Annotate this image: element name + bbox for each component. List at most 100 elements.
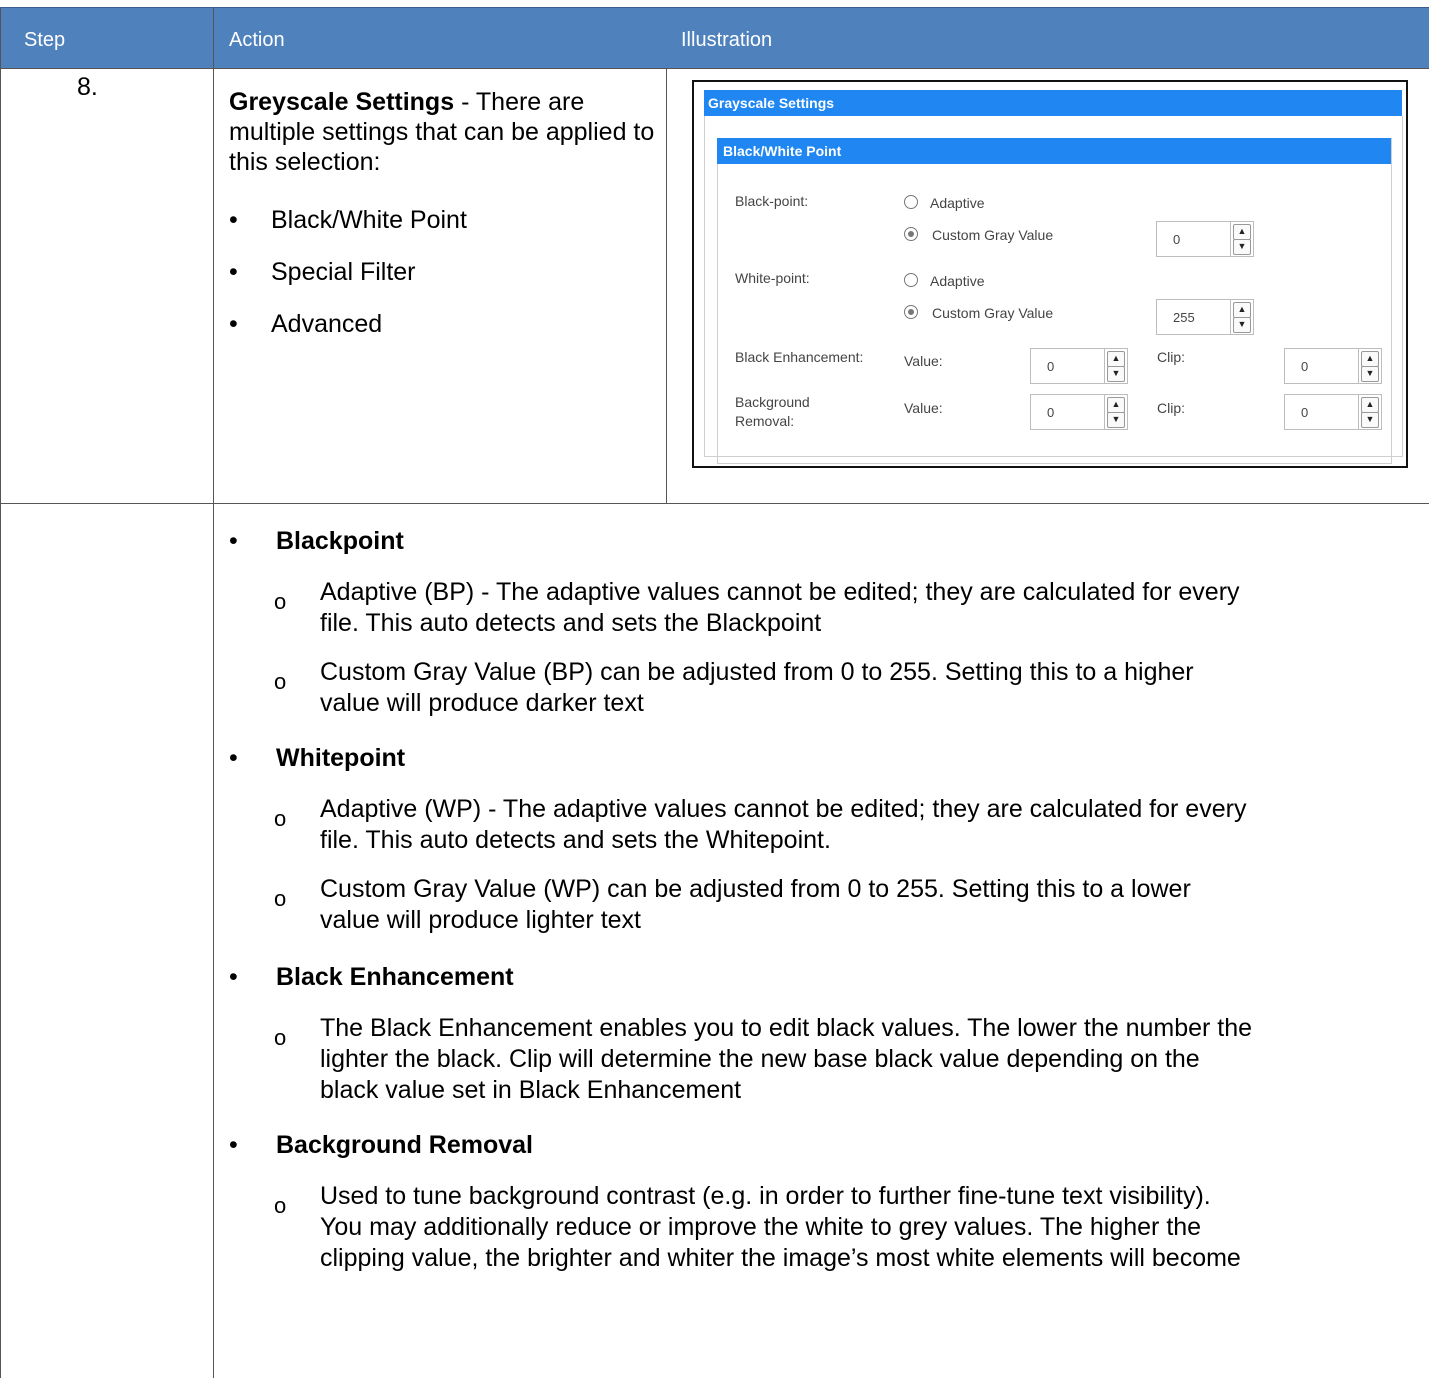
table-header: Step Action Illustration: [0, 7, 1429, 68]
grayscale-settings-screenshot: Grayscale Settings Black/White Point Bla…: [692, 80, 1408, 468]
black-point-custom-label: Custom Gray Value: [932, 227, 1054, 243]
sub-bullet-icon: o: [274, 669, 287, 694]
bullet-dot: •: [229, 206, 238, 234]
be-value-label: Value:: [904, 353, 943, 369]
bullet-dot: •: [229, 258, 238, 286]
detail-line: Used to tune background contrast (e.g. i…: [320, 1182, 1211, 1210]
action-title: Greyscale Settings: [229, 88, 455, 116]
decrement-icon[interactable]: ▼: [1233, 239, 1251, 255]
detail-line: value will produce lighter text: [320, 906, 641, 934]
table-border-top: [0, 7, 1429, 8]
table-row-divider-2: [0, 503, 1429, 504]
black-white-point-title: Black/White Point: [717, 138, 1391, 164]
black-point-adaptive-radio[interactable]: [904, 195, 918, 209]
table-border-left: [0, 7, 1, 1378]
decrement-icon[interactable]: ▼: [1361, 412, 1379, 428]
be-value-stepper[interactable]: 0 ▲ ▼: [1030, 348, 1128, 384]
be-value: 0: [1047, 359, 1055, 374]
increment-icon[interactable]: ▲: [1361, 351, 1379, 367]
sub-bullet-icon: o: [274, 1025, 287, 1050]
detail-paragraph: The Black Enhancement enables you to edi…: [320, 1013, 1420, 1106]
increment-icon[interactable]: ▲: [1233, 224, 1251, 240]
header-step: Step: [24, 29, 66, 51]
table-divider-step: [213, 7, 214, 1378]
detail-line: black value set in Black Enhancement: [320, 1076, 742, 1104]
be-clip: 0: [1301, 359, 1309, 374]
increment-icon[interactable]: ▲: [1107, 397, 1125, 413]
br-value-stepper[interactable]: 0 ▲ ▼: [1030, 394, 1128, 430]
action-bullet-label: Special Filter: [271, 258, 416, 286]
header-illustration: Illustration: [681, 29, 773, 51]
br-clip-stepper[interactable]: 0 ▲ ▼: [1284, 394, 1382, 430]
detail-line: The Black Enhancement enables you to edi…: [320, 1014, 1253, 1042]
detail-line: value will produce darker text: [320, 689, 644, 717]
br-value: 0: [1047, 405, 1055, 420]
be-clip-label: Clip:: [1157, 349, 1186, 365]
background-removal-label-2: Removal:: [735, 413, 795, 429]
br-value-arrows: ▲ ▼: [1104, 395, 1127, 429]
sub-bullet-icon: o: [274, 589, 287, 614]
increment-icon[interactable]: ▲: [1107, 351, 1125, 367]
black-point-label: Black-point:: [735, 193, 809, 209]
black-point-arrows: ▲ ▼: [1230, 222, 1253, 256]
black-point-stepper[interactable]: 0 ▲ ▼: [1156, 221, 1254, 257]
decrement-icon[interactable]: ▼: [1361, 366, 1379, 382]
header-action: Action: [229, 29, 285, 51]
bullet-dot: •: [229, 1131, 238, 1159]
increment-icon[interactable]: ▲: [1361, 397, 1379, 413]
action-bullet-label: Advanced: [271, 310, 383, 338]
white-point-arrows: ▲ ▼: [1230, 300, 1253, 334]
be-value-arrows: ▲ ▼: [1104, 349, 1127, 383]
detail-heading: Blackpoint: [276, 527, 404, 555]
detail-line: Custom Gray Value (WP) can be adjusted f…: [320, 875, 1191, 903]
detail-line: Adaptive (WP) - The adaptive values cann…: [320, 795, 1247, 823]
bullet-dot: •: [229, 963, 238, 991]
white-point-adaptive-label: Adaptive: [930, 273, 985, 289]
decrement-icon[interactable]: ▼: [1107, 366, 1125, 382]
black-point-value: 0: [1173, 232, 1181, 247]
detail-line: lighter the black. Clip will determine t…: [320, 1045, 1200, 1073]
detail-paragraph: Custom Gray Value (BP) can be adjusted f…: [320, 657, 1420, 719]
detail-paragraph: Used to tune background contrast (e.g. i…: [320, 1181, 1420, 1274]
white-point-custom-radio[interactable]: [904, 305, 918, 319]
br-clip: 0: [1301, 405, 1309, 420]
decrement-icon[interactable]: ▼: [1233, 317, 1251, 333]
action-text: Greyscale Settings - There are multiple …: [229, 87, 669, 177]
action-bullet-label: Black/White Point: [271, 206, 467, 234]
bullet-dot: •: [229, 310, 238, 338]
white-point-custom-label: Custom Gray Value: [932, 305, 1054, 321]
detail-heading: Whitepoint: [276, 744, 406, 772]
sub-bullet-icon: o: [274, 806, 287, 831]
detail-line: Adaptive (BP) - The adaptive values cann…: [320, 578, 1240, 606]
br-clip-arrows: ▲ ▼: [1358, 395, 1381, 429]
detail-heading: Background Removal: [276, 1131, 534, 1159]
detail-line: file. This auto detects and sets the Bla…: [320, 609, 822, 637]
detail-paragraph: Adaptive (BP) - The adaptive values cann…: [320, 577, 1420, 639]
detail-paragraph: Custom Gray Value (WP) can be adjusted f…: [320, 874, 1420, 936]
detail-line: You may additionally reduce or improve t…: [320, 1213, 1202, 1241]
detail-line: Custom Gray Value (BP) can be adjusted f…: [320, 658, 1194, 686]
white-point-label: White-point:: [735, 270, 810, 286]
detail-heading: Black Enhancement: [276, 963, 514, 991]
br-clip-label: Clip:: [1157, 400, 1186, 416]
detail-line: clipping value, the brighter and whiter …: [320, 1244, 1241, 1272]
detail-line: file. This auto detects and sets the Whi…: [320, 826, 831, 854]
bullet-dot: •: [229, 527, 238, 555]
be-clip-stepper[interactable]: 0 ▲ ▼: [1284, 348, 1382, 384]
white-point-adaptive-radio[interactable]: [904, 273, 918, 287]
black-point-custom-radio[interactable]: [904, 227, 918, 241]
bullet-dot: •: [229, 744, 238, 772]
white-point-stepper[interactable]: 255 ▲ ▼: [1156, 299, 1254, 335]
increment-icon[interactable]: ▲: [1233, 302, 1251, 318]
background-removal-label-1: Background: [735, 394, 810, 410]
detail-paragraph: Adaptive (WP) - The adaptive values cann…: [320, 794, 1420, 856]
step-number: 8.: [77, 73, 98, 101]
sub-bullet-icon: o: [274, 1193, 287, 1218]
decrement-icon[interactable]: ▼: [1107, 412, 1125, 428]
black-point-adaptive-label: Adaptive: [930, 195, 985, 211]
be-clip-arrows: ▲ ▼: [1358, 349, 1381, 383]
br-value-label: Value:: [904, 400, 943, 416]
black-enhancement-label: Black Enhancement:: [735, 349, 864, 365]
white-point-value: 255: [1173, 310, 1195, 325]
grayscale-settings-title: Grayscale Settings: [704, 90, 1402, 116]
